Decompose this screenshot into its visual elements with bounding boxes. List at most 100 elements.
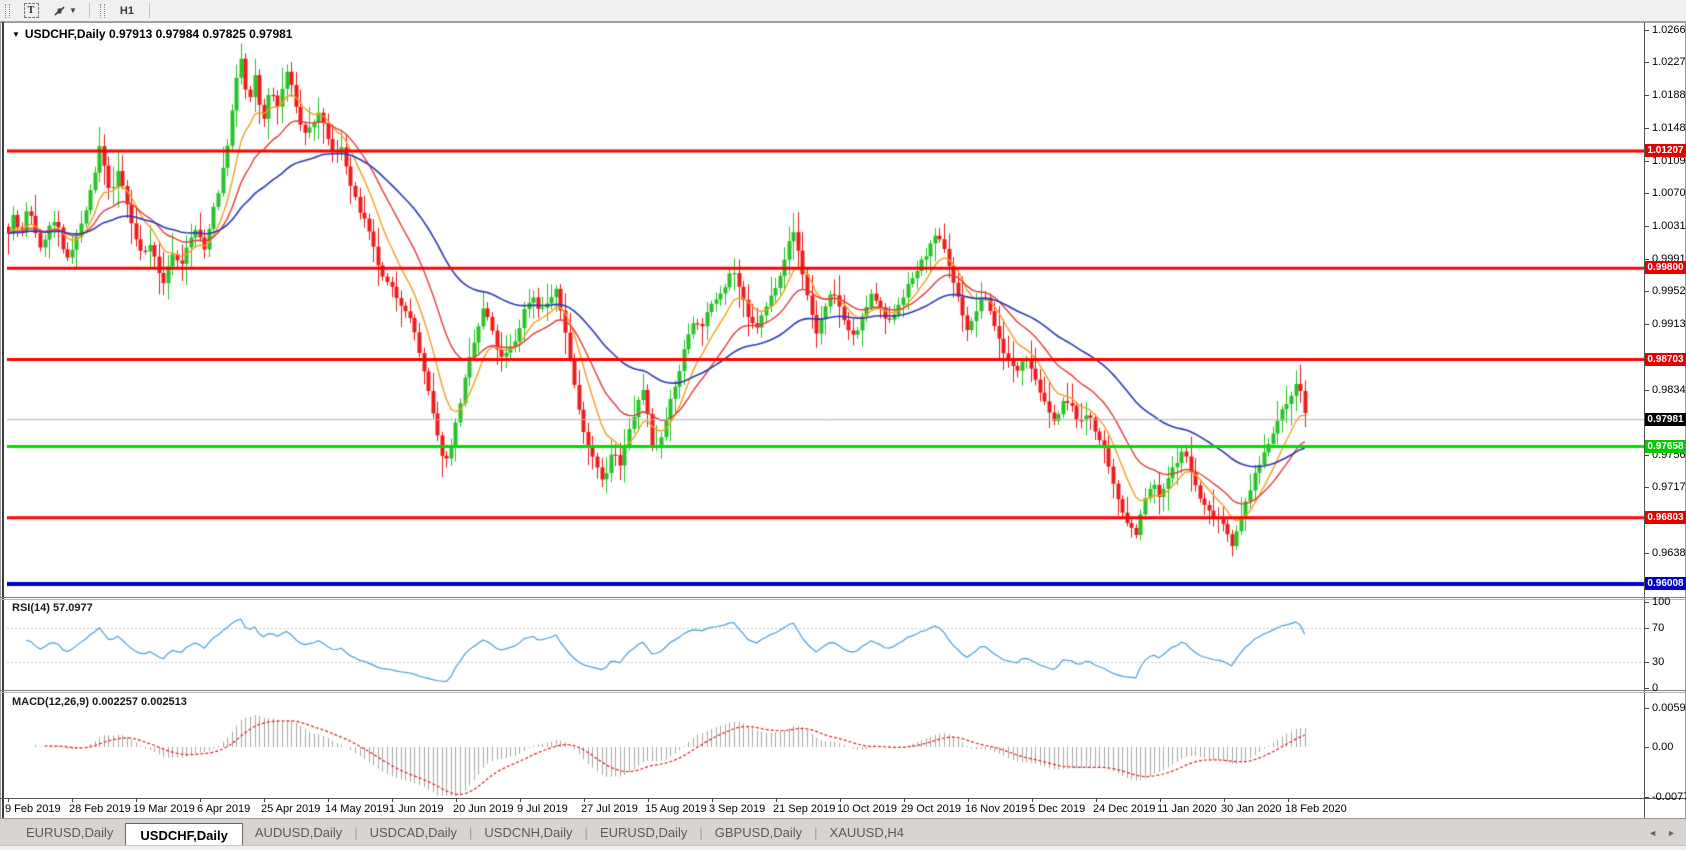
axis-tick-mark [1644, 797, 1649, 798]
macd-label: MACD(12,26,9) 0.002257 0.002513 [12, 696, 187, 708]
chart-tab-xauusd-h4[interactable]: XAUUSD,H4 [818, 819, 916, 846]
rsi-tick-label: 30 [1652, 656, 1664, 668]
time-tick-mark [1288, 798, 1289, 802]
axis-tick-mark [1644, 602, 1649, 603]
macd-values: 0.002257 0.002513 [92, 696, 187, 708]
toolbar: T ▼ M1M5M15M30H1H4D1W1MN [0, 0, 1686, 22]
chart-tab-eurusd-daily[interactable]: EURUSD,Daily [588, 819, 699, 846]
price-tick-label: 1.02660 [1652, 24, 1686, 36]
time-tick-mark [648, 798, 649, 802]
axis-tick-mark [1644, 662, 1649, 663]
axis-tick-mark [1644, 259, 1649, 260]
date-label: 29 Oct 2019 [901, 803, 961, 815]
rsi-label: RSI(14) 57.0977 [12, 602, 93, 614]
rsi-pane-canvas[interactable] [7, 600, 1644, 689]
time-tick-mark [392, 798, 393, 802]
date-label: 30 Jan 2020 [1221, 803, 1282, 815]
price-tick-label: 1.00310 [1652, 220, 1686, 232]
toolbar-grip[interactable] [5, 4, 10, 18]
toolbar-separator [149, 3, 150, 18]
axis-tick-mark [1644, 226, 1649, 227]
macd-tick-label: -0.007737 [1652, 791, 1686, 803]
date-label: 10 Oct 2019 [837, 803, 897, 815]
time-tick-mark [264, 798, 265, 802]
chart-tab-audusd-daily[interactable]: AUDUSD,Daily [243, 819, 354, 846]
axis-tick-mark [1644, 62, 1649, 63]
chart-tab-gbpusd-daily[interactable]: GBPUSD,Daily [703, 819, 814, 846]
axis-tick-mark [1644, 390, 1649, 391]
arrange-charts-button[interactable]: ▼ [47, 1, 84, 21]
price-tick-label: 0.97170 [1652, 481, 1686, 493]
rsi-value: 57.0977 [53, 602, 93, 614]
axis-tick-mark [1644, 128, 1649, 129]
axis-tick-mark [1644, 291, 1649, 292]
price-level-badge: 0.96803 [1645, 511, 1686, 524]
time-tick-mark [584, 798, 585, 802]
chevron-down-icon: ▼ [67, 6, 79, 15]
time-tick-mark [200, 798, 201, 802]
price-tick-label: 0.99130 [1652, 318, 1686, 330]
time-tick-mark [1032, 798, 1033, 802]
price-tick-label: 1.01480 [1652, 122, 1686, 134]
time-tick-mark [1160, 798, 1161, 802]
date-label: 18 Feb 2020 [1285, 803, 1347, 815]
chart-dropdown-icon[interactable]: ▼ [12, 30, 20, 39]
price-tick-label: 0.98340 [1652, 384, 1686, 396]
macd-tick-label: 0.005986 [1652, 702, 1686, 714]
date-label: 21 Sep 2019 [773, 803, 835, 815]
chart-tab-bar: EURUSD,DailyUSDCHF,DailyAUDUSD,Daily|USD… [0, 818, 1686, 846]
date-label: 11 Jan 2020 [1157, 803, 1217, 815]
time-tick-mark [840, 798, 841, 802]
chart-tab-usdcad-daily[interactable]: USDCAD,Daily [358, 819, 469, 846]
toolbar-separator [89, 3, 90, 18]
time-tick-mark [456, 798, 457, 802]
date-label: 6 Apr 2019 [197, 803, 250, 815]
tabs-scroll-right-icon[interactable]: ► [1667, 828, 1676, 838]
tabs-scroll-left-icon[interactable]: ◄ [1648, 828, 1657, 838]
chart-window-border-left-outer [0, 22, 1, 818]
date-label: 19 Mar 2019 [133, 803, 195, 815]
time-tick-mark [904, 798, 905, 802]
axis-tick-mark [1644, 553, 1649, 554]
price-level-badge: 0.98703 [1645, 353, 1686, 366]
axis-tick-mark [1644, 455, 1649, 456]
chart-tabs: EURUSD,DailyUSDCHF,DailyAUDUSD,Daily|USD… [0, 819, 916, 846]
rsi-tick-label: 100 [1652, 596, 1670, 608]
axis-tick-mark [1644, 708, 1649, 709]
macd-pane-canvas[interactable] [7, 693, 1644, 798]
date-label: 24 Dec 2019 [1093, 803, 1155, 815]
price-level-badge: 0.99800 [1645, 261, 1686, 274]
price-tick-label: 0.99520 [1652, 285, 1686, 297]
status-bar [0, 845, 1686, 850]
date-label: 14 May 2019 [325, 803, 389, 815]
axis-tick-mark [1644, 161, 1649, 162]
price-level-badge: 0.97981 [1645, 413, 1686, 426]
rsi-tick-label: 70 [1652, 622, 1664, 634]
date-label: 3 Sep 2019 [709, 803, 765, 815]
date-label: 16 Nov 2019 [965, 803, 1027, 815]
chart-tab-usdcnh-daily[interactable]: USDCNH,Daily [472, 819, 584, 846]
axis-tick-mark [1644, 747, 1649, 748]
pane-splitter[interactable] [0, 597, 1686, 598]
price-tick-label: 1.02270 [1652, 56, 1686, 68]
price-level-badge: 1.01207 [1645, 144, 1686, 157]
chart-ohlc-values: 0.97913 0.97984 0.97825 0.97981 [109, 27, 293, 41]
text-tool-icon: T [24, 3, 39, 18]
chart-tab-usdchf-daily[interactable]: USDCHF,Daily [125, 823, 242, 846]
price-level-badge: 0.97658 [1645, 440, 1686, 453]
chart-window-border-left [2, 22, 4, 818]
date-label: 9 Feb 2019 [5, 803, 61, 815]
time-axis-line [0, 798, 1686, 799]
time-tick-mark [1224, 798, 1225, 802]
time-tick-mark [712, 798, 713, 802]
toolbar-grip[interactable] [100, 4, 105, 18]
chart-tab-eurusd-daily[interactable]: EURUSD,Daily [14, 819, 125, 846]
price-chart-canvas[interactable] [7, 23, 1644, 597]
time-tick-mark [776, 798, 777, 802]
rsi-tick-label: 0 [1652, 682, 1658, 694]
timeframe-button-h1[interactable]: H1 [111, 1, 143, 21]
date-label: 1 Jun 2019 [389, 803, 443, 815]
time-tick-mark [968, 798, 969, 802]
text-tool-button[interactable]: T [15, 1, 47, 21]
pane-splitter[interactable] [0, 690, 1686, 691]
